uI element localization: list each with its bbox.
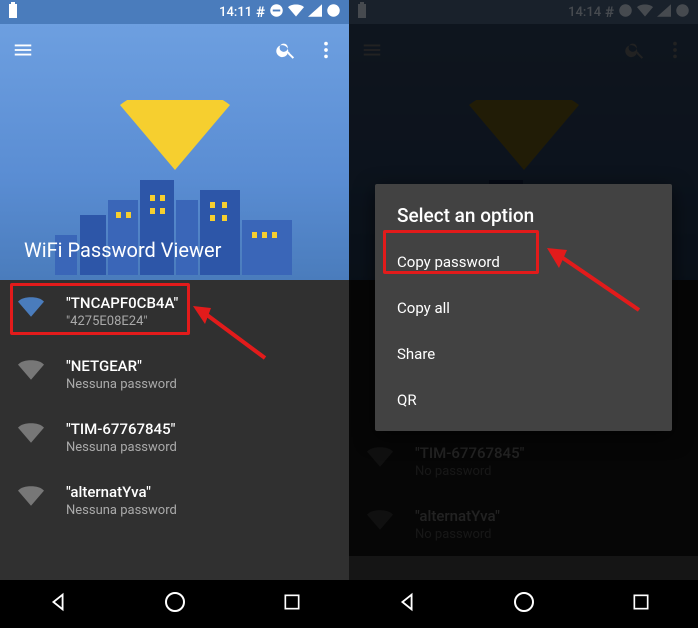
wifi-password: Nessuna password	[66, 377, 177, 392]
wifi-icon	[18, 422, 44, 444]
screenshot-right: 14:14 #	[349, 0, 698, 628]
wifi-item[interactable]: "TNCAPF0CB4A" "4275E08E24"	[0, 280, 349, 343]
nav-recent-icon[interactable]	[282, 592, 302, 616]
app-header: WiFi Password Viewer	[0, 24, 349, 280]
nav-back-icon[interactable]	[47, 591, 69, 617]
wifi-ssid: "NETGEAR"	[66, 357, 177, 375]
options-dialog: Select an option Copy password Copy all …	[375, 184, 672, 431]
wifi-item[interactable]: "NETGEAR" Nessuna password	[0, 343, 349, 406]
wifi-ssid: "TIM-67767845"	[66, 420, 177, 438]
dialog-title: Select an option	[375, 184, 672, 239]
option-qr[interactable]: QR	[375, 377, 672, 423]
nav-bar	[0, 580, 349, 628]
option-copy-password[interactable]: Copy password	[375, 239, 672, 285]
screenshot-left: 14:11 #	[0, 0, 349, 628]
nav-recent-icon[interactable]	[631, 592, 651, 616]
nav-back-icon[interactable]	[396, 591, 418, 617]
wifi-icon	[18, 359, 44, 381]
menu-icon[interactable]	[12, 39, 34, 65]
wifi-item[interactable]: "TIM-67767845" Nessuna password	[0, 406, 349, 469]
more-vert-icon[interactable]	[315, 39, 337, 65]
app-title: WiFi Password Viewer	[24, 238, 221, 262]
search-icon[interactable]	[275, 39, 297, 65]
option-copy-all[interactable]: Copy all	[375, 285, 672, 331]
wifi-item[interactable]: "alternatYva" Nessuna password	[0, 469, 349, 532]
status-time: 14:11	[219, 5, 252, 20]
nav-home-icon[interactable]	[512, 590, 536, 618]
wifi-list: "TNCAPF0CB4A" "4275E08E24" "NETGEAR" Nes…	[0, 280, 349, 532]
wifi-icon	[18, 296, 44, 318]
wifi-password: Nessuna password	[66, 440, 177, 455]
wifi-password: Nessuna password	[66, 503, 177, 518]
hash-icon: #	[256, 3, 265, 21]
nav-home-icon[interactable]	[163, 590, 187, 618]
wifi-ssid: "TNCAPF0CB4A"	[66, 294, 178, 312]
option-share[interactable]: Share	[375, 331, 672, 377]
wifi-status-icon	[288, 4, 304, 21]
wifi-ssid: "alternatYva"	[66, 483, 177, 501]
status-bar: 14:11 #	[0, 0, 349, 24]
nav-bar	[349, 580, 698, 628]
app-bar	[0, 24, 349, 80]
battery-badge-icon	[326, 3, 341, 22]
dnd-icon	[269, 3, 284, 22]
battery-icon	[8, 2, 18, 22]
signal-icon	[308, 4, 322, 21]
wifi-password: "4275E08E24"	[66, 314, 178, 329]
wifi-icon	[18, 485, 44, 507]
